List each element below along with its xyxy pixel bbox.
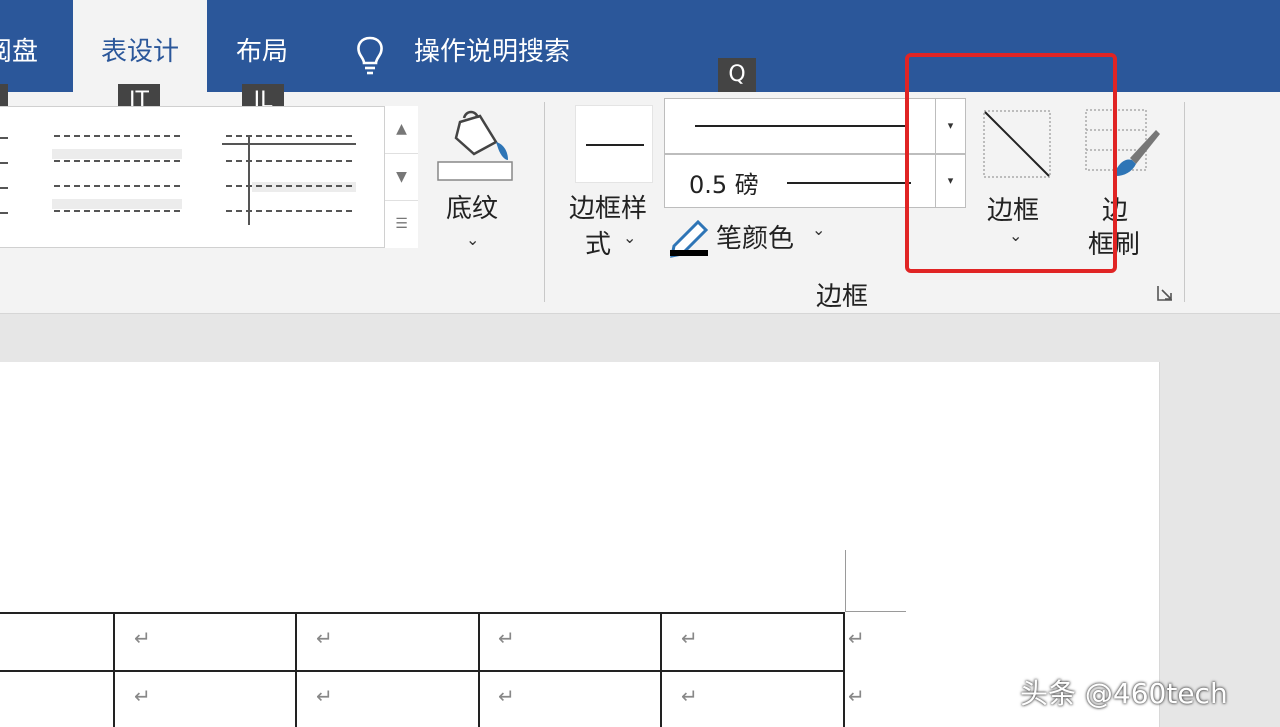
document-table[interactable]: ↵ ↵ ↵ ↵ ↵ ↵ ↵ ↵ ↵ ↵: [0, 612, 865, 727]
style-thumb-line: [0, 212, 8, 214]
shading-label: 底纹: [446, 194, 499, 224]
watermark: 头条 @460tech: [1020, 677, 1228, 710]
keytip-tell-me: Q: [718, 58, 756, 92]
pen-color-button[interactable]: 笔颜色 ⌄: [668, 214, 838, 258]
cell-end-mark: ↵: [316, 626, 333, 650]
pen-color-label: 笔颜色: [716, 224, 795, 254]
chevron-down-icon: ⌄: [466, 230, 480, 249]
group-separator: [544, 102, 545, 302]
cell-end-mark: ↵: [134, 684, 151, 708]
tab-table-design[interactable]: 表设计: [73, 0, 207, 92]
chevron-down-icon: ⌄: [812, 220, 826, 239]
pen-icon: [670, 219, 709, 258]
cell-end-mark: ↵: [316, 684, 333, 708]
row-end-mark: ↵: [848, 684, 865, 708]
cell-end-mark: ↵: [498, 626, 515, 650]
gallery-scroll-down-button[interactable]: ▼: [385, 153, 418, 200]
tab-mailings[interactable]: 阅盘: [0, 0, 66, 92]
table-styles-gallery[interactable]: [0, 106, 418, 248]
border-styles-button[interactable]: 边框样 式 ⌄: [565, 100, 665, 260]
document-page: ↵ ↵ ↵ ↵ ↵ ↵ ↵ ↵ ↵ ↵: [0, 362, 1160, 727]
lightbulb-icon: [357, 36, 383, 75]
paint-bucket-icon: [437, 110, 513, 181]
cell-end-mark: ↵: [498, 684, 515, 708]
gallery-scroll: ▲ ▼ ☰: [384, 106, 418, 248]
group-separator: [1184, 102, 1185, 302]
word-window: 阅盘 表设计 布局 操作说明搜索 JT JL Q: [0, 0, 1280, 727]
border-styles-label-line2: 式: [585, 230, 612, 260]
cell-end-mark: ↵: [681, 626, 698, 650]
borders-group-label: 边框: [816, 282, 869, 312]
gallery-scroll-up-button[interactable]: ▲: [385, 106, 418, 153]
pen-weight-value: 0.5 磅: [689, 171, 759, 199]
cell-end-mark: ↵: [134, 626, 151, 650]
highlight-box: [905, 53, 1117, 273]
tab-layout[interactable]: 布局: [207, 0, 317, 92]
table-style-thumb-2[interactable]: [50, 127, 186, 227]
style-thumb-line: [0, 187, 8, 189]
style-thumb-line: [0, 137, 8, 139]
shading-button[interactable]: 底纹 ⌄: [430, 100, 520, 250]
table-style-thumb-3[interactable]: [222, 127, 358, 227]
border-style-preview: [575, 105, 653, 183]
gallery-more-button[interactable]: ☰: [385, 200, 418, 247]
crop-mark: [845, 550, 846, 612]
crop-mark: [846, 611, 906, 612]
row-end-mark: ↵: [848, 626, 865, 650]
style-thumb-line: [0, 162, 8, 164]
dialog-launcher-icon[interactable]: [1156, 284, 1174, 302]
cell-end-mark: ↵: [681, 684, 698, 708]
border-styles-label-line1: 边框样: [569, 194, 648, 224]
chevron-down-icon: ⌄: [623, 228, 637, 247]
tell-me-search[interactable]: 操作说明搜索: [414, 0, 570, 104]
